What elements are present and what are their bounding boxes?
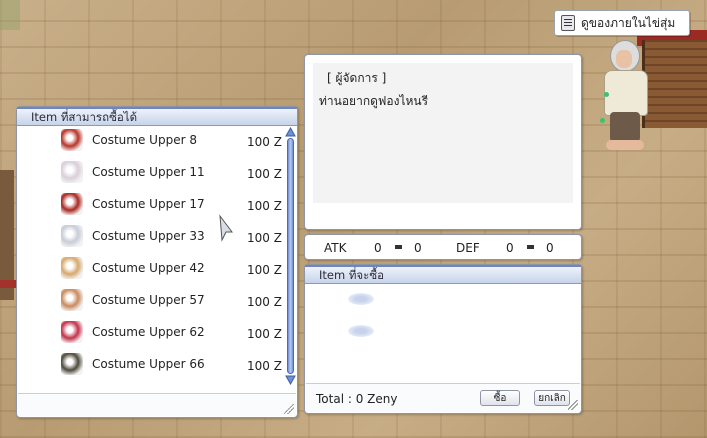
costume-horned-crown-icon: [61, 289, 83, 311]
shop-item-name: Costume Upper 33: [92, 229, 205, 243]
resize-grip-icon[interactable]: [284, 404, 294, 414]
scroll-track[interactable]: [287, 138, 294, 374]
shop-window-footer: [18, 393, 296, 416]
buy-item-list[interactable]: [306, 284, 580, 380]
shop-item-name: Costume Upper 17: [92, 197, 205, 211]
buy-button[interactable]: ซื้อ: [480, 390, 520, 406]
mouse-cursor-icon: [218, 214, 234, 245]
shop-item-price: 100 Z: [247, 167, 282, 181]
buy-window-footer: Total : 0 Zeny ซื้อ ยกเลิก: [306, 383, 580, 412]
costume-monster-mask-icon: [61, 321, 83, 343]
shop-item-price: 100 Z: [247, 199, 282, 213]
cancel-button[interactable]: ยกเลิก: [534, 390, 570, 406]
shop-item-name: Costume Upper 11: [92, 165, 205, 179]
shop-item-price: 100 Z: [247, 231, 282, 245]
shop-item-name: Costume Upper 42: [92, 261, 205, 275]
def-value-current: 0: [506, 241, 514, 255]
shop-item-row[interactable]: Costume Upper 66 100 Z: [18, 349, 284, 381]
npc-legs: [610, 112, 640, 142]
dialog-message: ท่านอยากดูฟองไหนรี: [319, 94, 429, 108]
shop-item-row[interactable]: Costume Upper 62 100 Z: [18, 317, 284, 349]
atk-arrow-icon: [395, 245, 402, 249]
buy-window-title[interactable]: Item ที่จะซื้อ: [305, 265, 581, 284]
empty-slot-icon: [348, 293, 374, 305]
costume-white-wings-icon: [61, 225, 83, 247]
chat-icon: [561, 15, 575, 31]
shop-item-price: 100 Z: [247, 135, 282, 149]
dialog-content: [ ผู้จัดการ ] ท่านอยากดูฟองไหนรี: [313, 63, 573, 203]
stat-compare-bar: ATK 0 0 DEF 0 0: [304, 234, 582, 260]
shop-item-row[interactable]: Costume Upper 33 100 Z: [18, 221, 284, 253]
background-grass: [0, 0, 20, 30]
shop-item-name: Costume Upper 62: [92, 325, 205, 339]
def-label: DEF: [456, 241, 480, 255]
npc-feet: [606, 140, 644, 150]
shop-item-name: Costume Upper 57: [92, 293, 205, 307]
npc-name-tooltip[interactable]: ดูของภายในไข่สุ่ม: [554, 10, 690, 36]
shop-scrollbar[interactable]: [285, 127, 296, 385]
atk-value-new: 0: [414, 241, 422, 255]
buy-item-window: Item ที่จะซื้อ Total : 0 Zeny ซื้อ ยกเลิ…: [304, 264, 582, 414]
shop-item-row[interactable]: Costume Upper 17 100 Z: [18, 189, 284, 221]
npc-body: [604, 70, 648, 116]
atk-value-current: 0: [374, 241, 382, 255]
npc-dialog-window: [ ผู้จัดการ ] ท่านอยากดูฟองไหนรี: [304, 54, 582, 230]
scroll-down-arrow-icon[interactable]: [285, 375, 296, 385]
empty-slot-icon: [348, 325, 374, 337]
shop-item-name: Costume Upper 8: [92, 133, 197, 147]
npc-tooltip-label: ดูของภายในไข่สุ่ม: [581, 15, 676, 30]
shop-item-price: 100 Z: [247, 295, 282, 309]
resize-grip-icon[interactable]: [568, 400, 578, 410]
shop-item-row[interactable]: Costume Upper 11 100 Z: [18, 157, 284, 189]
shop-item-price: 100 Z: [247, 263, 282, 277]
shop-item-window: Item ที่สามารถซื้อได้ Costume Upper 8 100…: [16, 106, 298, 418]
shop-item-row[interactable]: Costume Upper 42 100 Z: [18, 253, 284, 285]
def-value-new: 0: [546, 241, 554, 255]
shop-item-name: Costume Upper 66: [92, 357, 205, 371]
npc-sparkle: [600, 118, 605, 123]
npc-character[interactable]: [600, 40, 652, 152]
scroll-up-arrow-icon[interactable]: [285, 127, 296, 137]
def-arrow-icon: [527, 245, 534, 249]
npc-sparkle: [604, 92, 609, 97]
npc-face: [616, 50, 632, 68]
costume-straw-hat-icon: [61, 257, 83, 279]
shop-item-list: Costume Upper 8 100 Z Costume Upper 11 100 …: [18, 125, 284, 393]
costume-devil-wings-icon: [61, 129, 83, 151]
scroll-thumb[interactable]: [287, 138, 294, 374]
atk-label: ATK: [324, 241, 347, 255]
costume-bird-hat-icon: [61, 161, 83, 183]
shop-item-price: 100 Z: [247, 327, 282, 341]
shop-item-row[interactable]: Costume Upper 8 100 Z: [18, 125, 284, 157]
shop-item-price: 100 Z: [247, 359, 282, 373]
shop-window-title[interactable]: Item ที่สามารถซื้อได้: [17, 107, 297, 126]
costume-red-hat-icon: [61, 193, 83, 215]
dialog-speaker-name: [ ผู้จัดการ ]: [327, 71, 387, 85]
total-zeny: Total : 0 Zeny: [316, 392, 398, 406]
costume-sunglasses-icon: [61, 353, 83, 375]
shop-item-row[interactable]: Costume Upper 57 100 Z: [18, 285, 284, 317]
